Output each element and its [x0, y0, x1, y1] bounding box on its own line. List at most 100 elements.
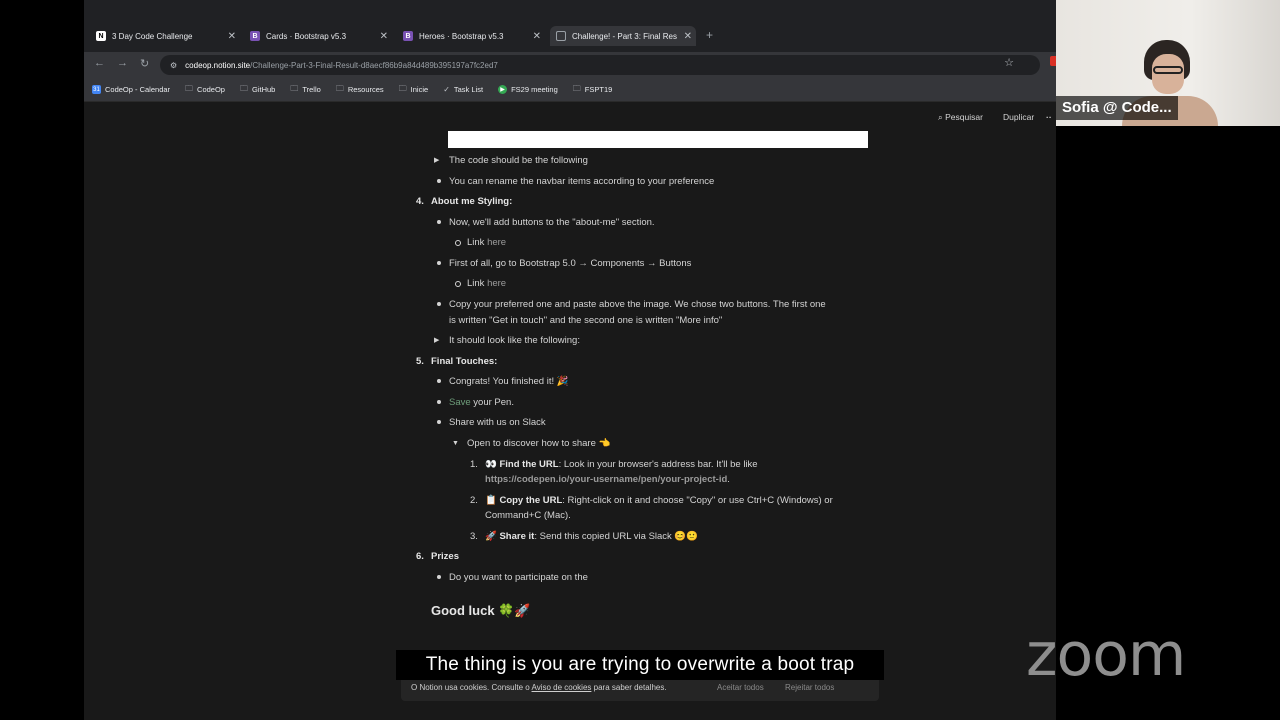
- bookmark-label: CodeOp - Calendar: [105, 85, 171, 94]
- list-item: Save your Pen.: [437, 397, 514, 408]
- more-icon[interactable]: ··: [1046, 112, 1052, 122]
- share-step-2-continued: Command+C (Mac).: [485, 510, 571, 521]
- tab-title: Cards · Bootstrap v5.3: [266, 31, 347, 41]
- bookmark-trello[interactable]: 🗀 Trello: [290, 83, 320, 97]
- list-item: Do you want to participate on the: [437, 572, 588, 583]
- list-item: Share with us on Slack: [437, 417, 546, 428]
- share-step-3: 3. 🚀 Share it: Send this copied URL via S…: [470, 531, 699, 542]
- close-icon[interactable]: ✕: [228, 31, 236, 42]
- bookmark-fspt19[interactable]: 🗀 FSPT19: [573, 83, 613, 97]
- list-item-continued: is written "Get in touch" and the second…: [449, 315, 723, 326]
- folder-icon: 🗀: [335, 83, 344, 93]
- bookmark-label: Inicie: [410, 85, 429, 94]
- address-bar[interactable]: ⚙ codeop.notion.site/Challenge-Part-3-Fi…: [160, 55, 1040, 75]
- folder-icon: 🗀: [290, 83, 299, 93]
- bookmark-codeop-calendar[interactable]: 31 CodeOp - Calendar: [92, 85, 170, 94]
- back-icon[interactable]: ←: [94, 57, 105, 69]
- bookmark-label: FSPT19: [584, 85, 613, 94]
- meet-icon: ▶: [498, 85, 508, 94]
- close-icon[interactable]: ✕: [380, 31, 388, 42]
- toggle-code[interactable]: ▶ The code should be the following: [434, 153, 588, 168]
- list-item: First of all, go to Bootstrap 5.0 → Comp…: [436, 258, 692, 269]
- participant-name: Sofia @ Code...: [1056, 96, 1178, 120]
- folder-icon: 🗀: [572, 83, 581, 93]
- bookmarks-bar: 31 CodeOp - Calendar 🗀 CodeOp 🗀 GitHub 🗀 Tre…: [84, 78, 1056, 102]
- bookmark-fs29-meeting[interactable]: ▶ FS29 meeting: [498, 85, 558, 94]
- bookmark-codeop[interactable]: 🗀 CodeOp: [185, 83, 225, 97]
- codepen-url: https://codepen.io/your-username/pen/you…: [485, 474, 728, 485]
- tab-title: Heroes · Bootstrap v5.3: [419, 31, 504, 41]
- check-icon: ✓: [443, 85, 450, 94]
- here-link[interactable]: here: [487, 278, 506, 289]
- reload-icon[interactable]: ↻: [140, 57, 149, 70]
- list-item: You can rename the navbar items accordin…: [436, 176, 715, 187]
- url-path: /Challenge-Part-3-Final-Result-d8aecf86b…: [250, 60, 498, 70]
- bookmark-label: FS29 meeting: [511, 85, 558, 94]
- tab-challenge-part-3[interactable]: Challenge! - Part 3: Final Res ✕: [550, 26, 696, 46]
- participant-glasses: [1153, 66, 1183, 74]
- list-item: Link here: [454, 237, 507, 248]
- here-link[interactable]: here: [487, 237, 506, 248]
- accept-all-button[interactable]: Aceitar todos: [717, 683, 764, 692]
- toggle-share[interactable]: ▼ Open to discover how to share 👈: [452, 436, 610, 451]
- bootstrap-icon: B: [403, 31, 413, 41]
- list-item: Link here: [454, 278, 507, 289]
- webcam-thumbnail: Sofia @ Code...: [1056, 0, 1280, 126]
- folder-icon: 🗀: [185, 83, 194, 93]
- participant-face: [1152, 54, 1184, 94]
- folder-icon: 🗀: [398, 83, 407, 93]
- page-content: ▶ The code should be the following You ca…: [84, 129, 1056, 720]
- search-button[interactable]: ⌕ Pesquisar: [938, 112, 983, 123]
- bookmark-label: Resources: [347, 85, 384, 94]
- triangle-right-icon[interactable]: ▶: [434, 153, 439, 168]
- list-item: Congrats! You finished it! 🎉: [437, 376, 569, 387]
- tab-cards-bootstrap[interactable]: B Cards · Bootstrap v5.3 ✕: [250, 26, 388, 46]
- bookmark-task-list[interactable]: ✓ Task List: [443, 85, 483, 94]
- share-step-1-url: https://codepen.io/your-username/pen/you…: [485, 474, 730, 485]
- folder-icon: 🗀: [239, 83, 248, 93]
- subtitle-caption: The thing is you are trying to overwrite…: [396, 650, 884, 680]
- bookmark-label: CodeOp: [197, 85, 225, 94]
- bookmark-star-icon[interactable]: ☆: [1004, 56, 1014, 69]
- step-4-heading: 4. About me Styling:: [416, 196, 513, 207]
- bookmark-resources[interactable]: 🗀 Resources: [336, 83, 384, 97]
- zoom-logo: zoom: [1026, 620, 1186, 690]
- notion-topbar: ⌕ Pesquisar Duplicar ··: [84, 103, 1056, 129]
- duplicate-button[interactable]: Duplicar: [1003, 112, 1034, 122]
- browser-window: N 3 Day Code Challenge ✕ B Cards · Boots…: [84, 0, 1056, 720]
- tab-strip: N 3 Day Code Challenge ✕ B Cards · Boots…: [84, 0, 1056, 52]
- good-luck-heading: Good luck 🍀🚀: [431, 603, 531, 618]
- new-tab-icon[interactable]: +: [706, 28, 713, 42]
- page-icon: [556, 31, 566, 41]
- browser-toolbar: ← → ↻ ⚙ codeop.notion.site/Challenge-Par…: [84, 52, 1056, 78]
- list-item: Copy your preferred one and paste above …: [437, 299, 826, 310]
- url-host: codeop.notion.site: [185, 60, 251, 70]
- tab-3-day-code-challenge[interactable]: N 3 Day Code Challenge ✕: [96, 26, 236, 46]
- forward-icon[interactable]: →: [117, 57, 128, 69]
- share-step-2: 2. 📋 Copy the URL: Right-click on it and …: [470, 495, 833, 506]
- bookmark-label: Task List: [453, 85, 484, 94]
- step-6-heading: 6. Prizes: [416, 551, 459, 562]
- bootstrap-icon: B: [250, 31, 260, 41]
- tab-heroes-bootstrap[interactable]: B Heroes · Bootstrap v5.3 ✕: [403, 26, 541, 46]
- code-block: [448, 131, 868, 148]
- cookie-notice-link[interactable]: Aviso de cookies: [532, 683, 592, 692]
- tab-title: 3 Day Code Challenge: [112, 31, 193, 41]
- bookmark-github[interactable]: 🗀 GitHub: [240, 83, 275, 97]
- notion-icon: N: [96, 31, 106, 41]
- bookmark-inicie[interactable]: 🗀 Inicie: [399, 83, 429, 97]
- triangle-down-icon[interactable]: ▼: [452, 436, 459, 451]
- reject-all-button[interactable]: Rejeitar todos: [785, 683, 834, 692]
- toggle-look[interactable]: ▶ It should look like the following:: [434, 333, 580, 348]
- triangle-right-icon[interactable]: ▶: [434, 333, 439, 348]
- tab-title: Challenge! - Part 3: Final Res: [572, 31, 677, 41]
- close-icon[interactable]: ✕: [684, 31, 692, 42]
- bookmark-label: GitHub: [251, 85, 276, 94]
- site-info-icon[interactable]: ⚙: [170, 61, 177, 70]
- list-item: Now, we'll add buttons to the "about-me"…: [437, 217, 655, 228]
- save-link[interactable]: Save: [449, 397, 471, 408]
- step-5-heading: 5. Final Touches:: [416, 356, 498, 367]
- share-step-1: 1. 👀 Find the URL: Look in your browser's…: [470, 459, 758, 470]
- close-icon[interactable]: ✕: [533, 31, 541, 42]
- bookmark-label: Trello: [302, 85, 321, 94]
